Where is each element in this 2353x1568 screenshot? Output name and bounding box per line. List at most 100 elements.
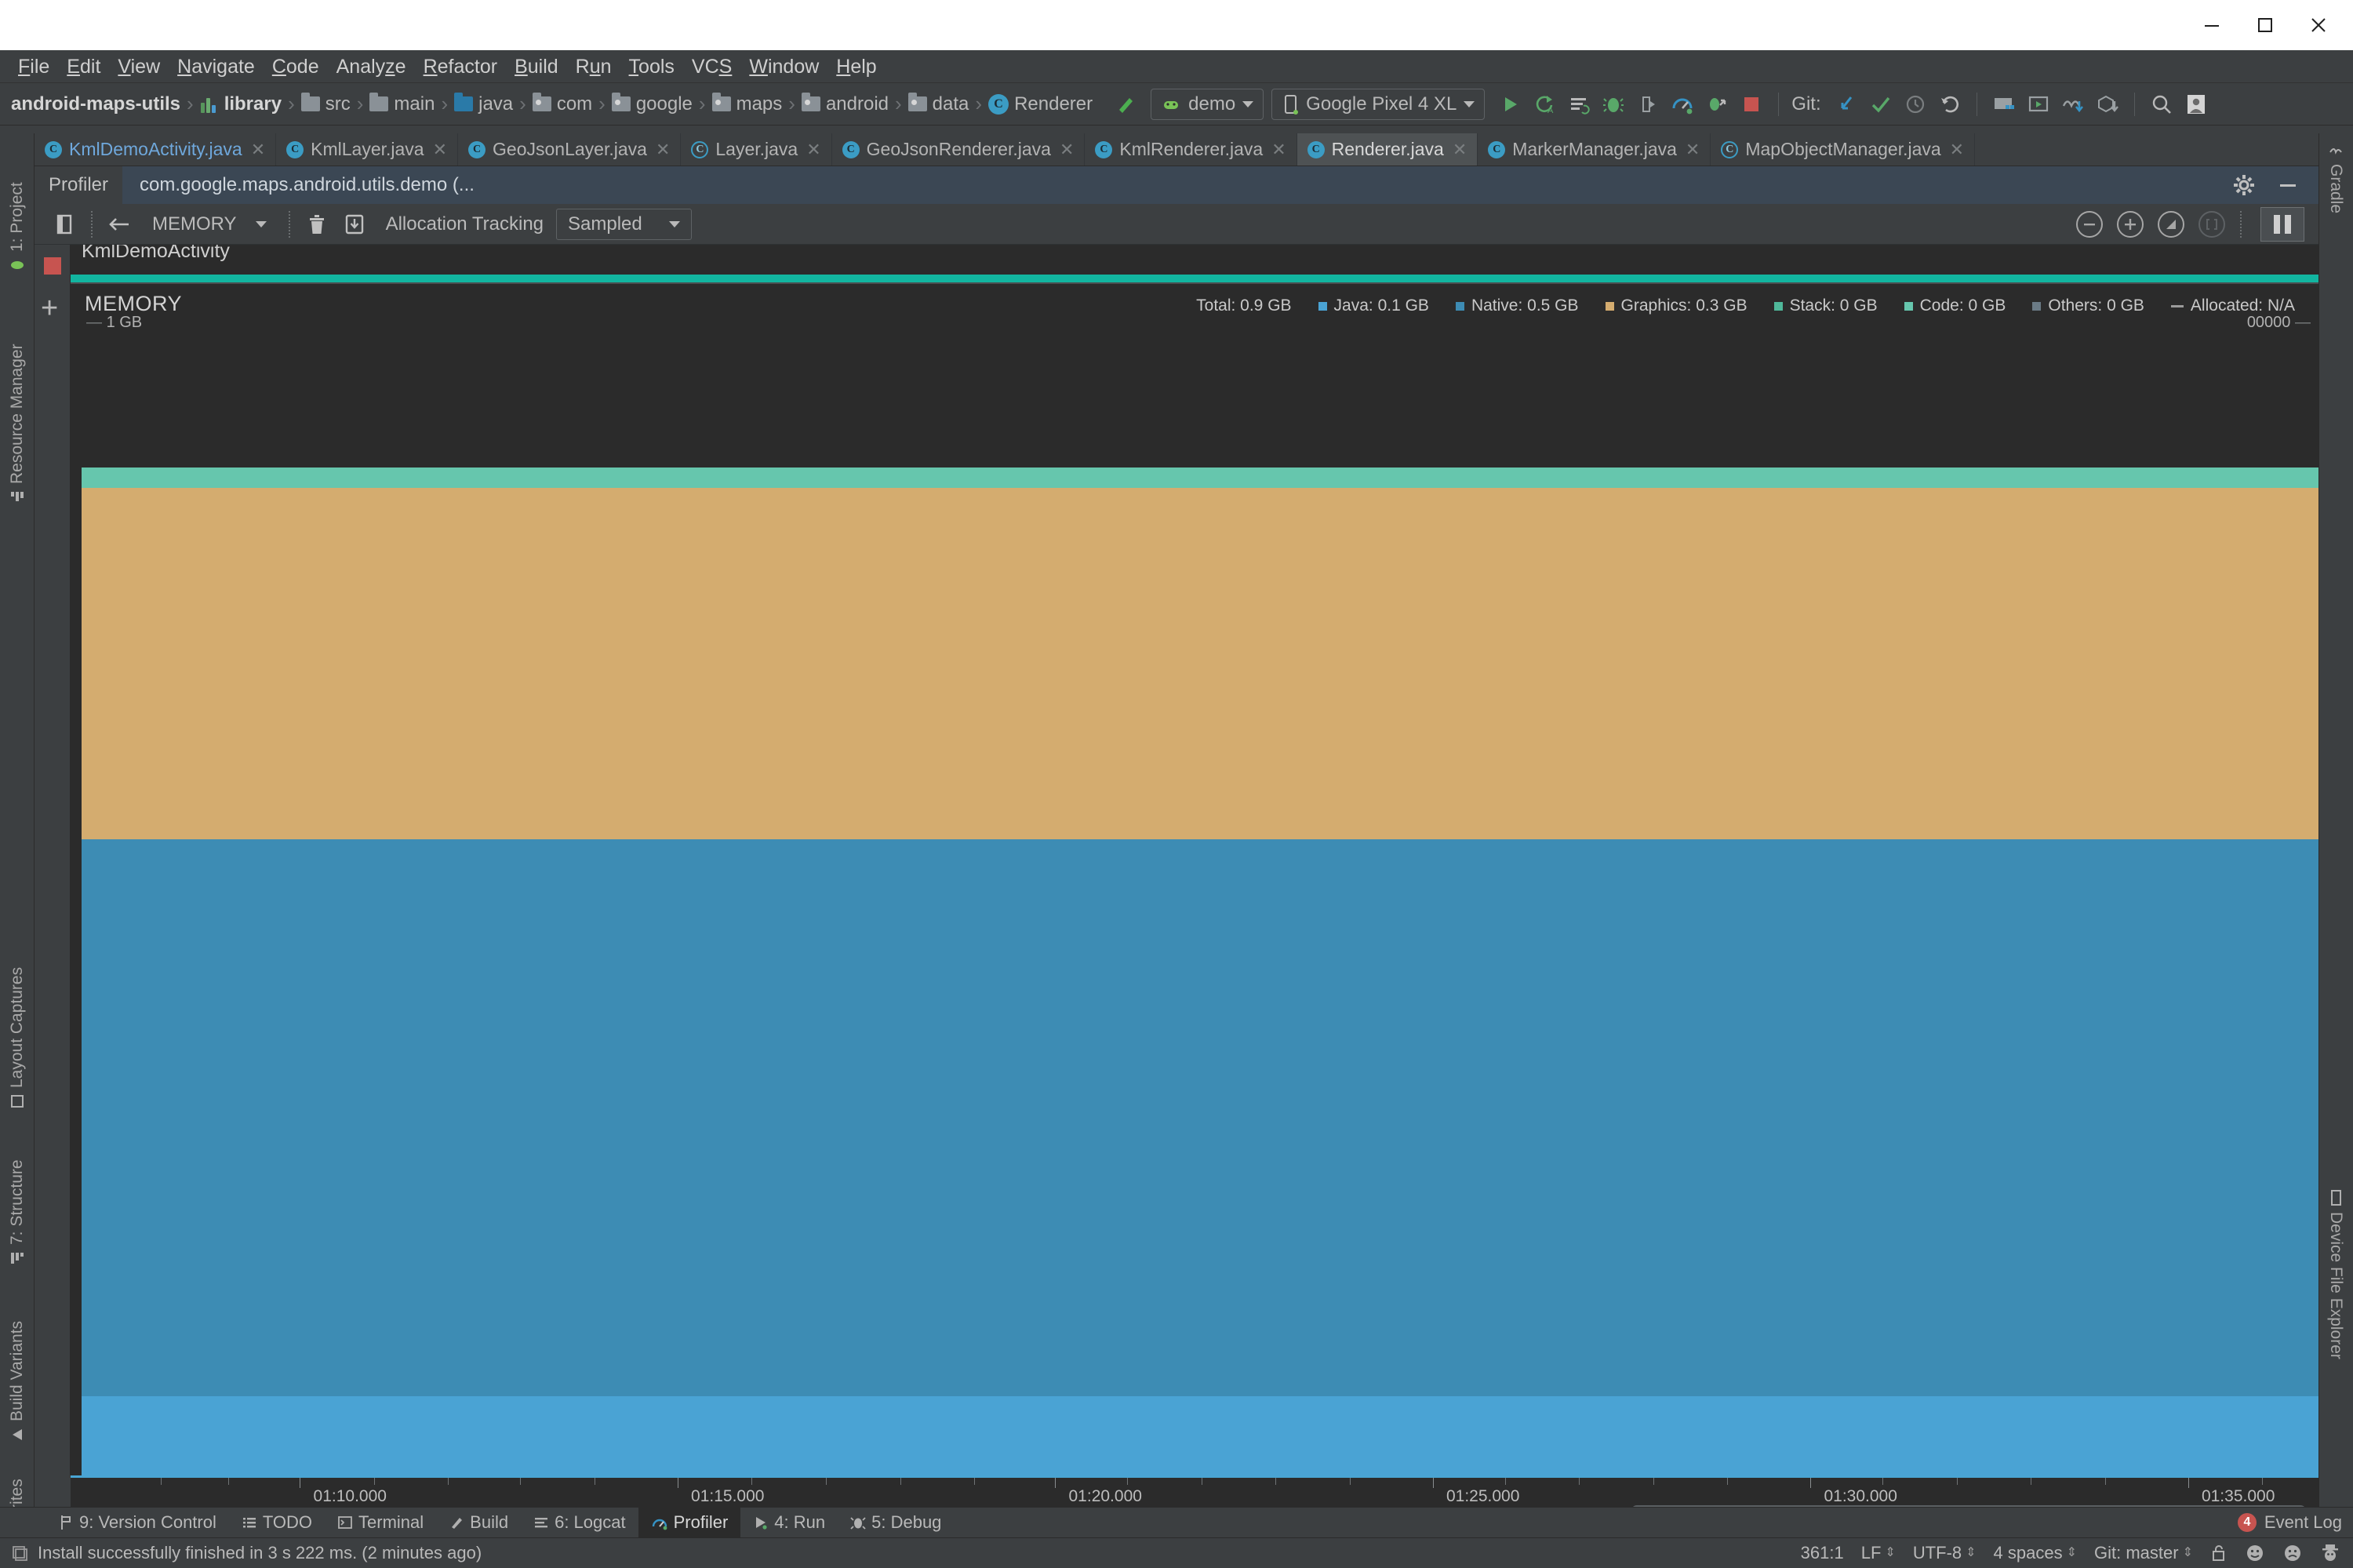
commit-icon[interactable] <box>1864 87 1898 122</box>
pause-button[interactable] <box>2260 206 2304 242</box>
sidebar-item-layout-captures[interactable]: Layout Captures <box>0 918 35 1114</box>
export-capture-icon[interactable] <box>336 206 373 243</box>
close-icon[interactable]: ✕ <box>1453 140 1467 160</box>
stop-recording-icon[interactable] <box>44 257 61 275</box>
editor-tab-geojsonlayer[interactable]: C GeoJsonLayer.java ✕ <box>458 133 682 166</box>
menu-build[interactable]: Build <box>506 50 567 83</box>
window-maximize-button[interactable] <box>2238 0 2292 50</box>
breadcrumb-item-android[interactable]: android <box>797 93 893 115</box>
apply-changes-and-restart-icon[interactable]: A <box>1527 87 1562 122</box>
close-icon[interactable]: ✕ <box>433 140 447 160</box>
close-icon[interactable]: ✕ <box>656 140 670 160</box>
tool-window-run[interactable]: 4: Run <box>740 1508 838 1538</box>
build-hammer-icon[interactable] <box>1108 87 1143 122</box>
editor-tab-kmlrenderer[interactable]: C KmlRenderer.java ✕ <box>1085 133 1297 166</box>
event-log-button[interactable]: 4 Event Log <box>2237 1512 2353 1533</box>
breadcrumb-item-com[interactable]: com <box>528 93 597 115</box>
tool-window-terminal[interactable]: Terminal <box>325 1508 436 1538</box>
activity-lifecycle-bar[interactable] <box>71 275 2318 282</box>
profiler-session-tab[interactable]: com.google.maps.android.utils.demo (... <box>122 166 492 204</box>
stop-icon[interactable] <box>1734 87 1769 122</box>
indent-selector[interactable]: 4 spaces ⇕ <box>1994 1543 2077 1563</box>
tool-window-build[interactable]: Build <box>436 1508 521 1538</box>
happy-face-icon[interactable] <box>2245 1543 2265 1563</box>
breadcrumb-item-maps[interactable]: maps <box>707 93 787 115</box>
memory-profiler-chart[interactable]: KmlDemoActivity MEMORY Total: 0.9 GB Jav… <box>71 245 2318 1475</box>
debug-icon[interactable] <box>1596 87 1631 122</box>
event-timeline-row[interactable]: KmlDemoActivity <box>71 245 2318 275</box>
breadcrumb-item-renderer[interactable]: C Renderer <box>984 93 1097 115</box>
breadcrumb-item-src[interactable]: src <box>296 93 355 115</box>
sidebar-item-project[interactable]: 1: Project <box>0 138 35 279</box>
line-separator-selector[interactable]: LF ⇕ <box>1861 1543 1896 1563</box>
jump-to-live-icon[interactable] <box>2198 210 2225 238</box>
hat-face-icon[interactable] <box>2320 1543 2340 1563</box>
caret-position[interactable]: 361:1 <box>1801 1543 1844 1563</box>
sdk-manager-icon[interactable] <box>2056 87 2090 122</box>
menu-help[interactable]: Help <box>827 50 885 83</box>
breadcrumb-item-java[interactable]: java <box>449 93 518 115</box>
menu-edit[interactable]: Edit <box>58 50 109 83</box>
sidebar-item-resource-manager[interactable]: Resource Manager <box>0 290 35 510</box>
update-project-icon[interactable] <box>1829 87 1864 122</box>
unlocked-icon[interactable] <box>2210 1544 2228 1563</box>
breadcrumb-item-main[interactable]: main <box>365 93 439 115</box>
avd-manager-icon[interactable] <box>2021 87 2056 122</box>
reset-zoom-icon[interactable] <box>2158 210 2184 238</box>
menu-refactor[interactable]: Refactor <box>415 50 507 83</box>
menu-vcs[interactable]: VCS <box>683 50 740 83</box>
sidebar-item-device-file-explorer[interactable]: Device File Explorer <box>2318 1184 2353 1443</box>
editor-tab-layer[interactable]: C Layer.java ✕ <box>681 133 832 166</box>
tool-window-debug[interactable]: 5: Debug <box>838 1508 954 1538</box>
back-arrow-icon[interactable] <box>100 206 138 243</box>
sidebar-item-build-variants[interactable]: Build Variants <box>0 1279 35 1447</box>
encoding-selector[interactable]: UTF-8 ⇕ <box>1913 1543 1977 1563</box>
device-selector[interactable]: Google Pixel 4 XL <box>1271 88 1486 120</box>
zoom-out-icon[interactable] <box>2076 210 2103 238</box>
sad-face-icon[interactable] <box>2282 1543 2303 1563</box>
window-close-button[interactable] <box>2292 0 2345 50</box>
gear-icon[interactable] <box>2232 173 2256 197</box>
menu-window[interactable]: Window <box>740 50 827 83</box>
editor-tab-markermanager[interactable]: C MarkerManager.java ✕ <box>1478 133 1711 166</box>
breadcrumb-item-library[interactable]: library <box>195 93 286 115</box>
profile-restart-icon[interactable] <box>1700 87 1734 122</box>
zoom-in-icon[interactable] <box>2117 210 2144 238</box>
menu-view[interactable]: View <box>109 50 169 83</box>
editor-tab-mapobjectmanager[interactable]: C MapObjectManager.java ✕ <box>1711 133 1976 166</box>
sessions-panel-icon[interactable] <box>45 206 83 243</box>
status-message-area[interactable]: Install successfully finished in 3 s 222… <box>0 1543 482 1563</box>
editor-tab-kmldemoactivity[interactable]: C KmlDemoActivity.java ✕ <box>35 133 277 166</box>
run-icon[interactable] <box>1493 87 1527 122</box>
breadcrumb-item-google[interactable]: google <box>607 93 697 115</box>
close-icon[interactable]: ✕ <box>806 140 820 160</box>
run-configuration-selector[interactable]: demo <box>1151 88 1264 120</box>
menu-navigate[interactable]: Navigate <box>169 50 264 83</box>
tool-window-logcat[interactable]: 6: Logcat <box>521 1508 638 1538</box>
git-branch-selector[interactable]: Git: master ⇕ <box>2094 1543 2193 1563</box>
tool-window-version-control[interactable]: 9: Version Control <box>45 1508 229 1538</box>
rollback-icon[interactable] <box>1933 87 1967 122</box>
apply-code-changes-icon[interactable] <box>1562 87 1596 122</box>
close-icon[interactable]: ✕ <box>1060 140 1074 160</box>
search-everywhere-icon[interactable] <box>2144 87 2179 122</box>
user-avatar-icon[interactable] <box>2179 87 2213 122</box>
menu-code[interactable]: Code <box>264 50 328 83</box>
close-icon[interactable]: ✕ <box>1271 140 1286 160</box>
memory-stacked-area-panel[interactable]: MEMORY Total: 0.9 GB Java: 0.1 GB Native… <box>71 284 2318 1475</box>
minimize-icon[interactable] <box>2276 173 2300 197</box>
profile-icon[interactable] <box>1665 87 1700 122</box>
menu-file[interactable]: File <box>9 50 58 83</box>
timeline-axis[interactable]: 01:10.000 01:15.000 01:20.000 01:25.000 … <box>71 1475 2318 1507</box>
editor-tab-renderer[interactable]: C Renderer.java ✕ <box>1297 133 1478 166</box>
editor-tab-kmllayer[interactable]: C KmlLayer.java ✕ <box>276 133 459 166</box>
profiler-stage-selector[interactable]: MEMORY <box>138 213 281 235</box>
gradle-sync-icon[interactable] <box>2090 87 2125 122</box>
trash-icon[interactable] <box>298 206 336 243</box>
tool-window-profiler[interactable]: Profiler <box>638 1507 741 1538</box>
window-minimize-button[interactable] <box>2185 0 2238 50</box>
history-icon[interactable] <box>1898 87 1933 122</box>
editor-tab-geojsonrenderer[interactable]: C GeoJsonRenderer.java ✕ <box>832 133 1086 166</box>
sidebar-item-structure[interactable]: 7: Structure <box>0 1122 35 1271</box>
close-icon[interactable]: ✕ <box>251 140 265 160</box>
